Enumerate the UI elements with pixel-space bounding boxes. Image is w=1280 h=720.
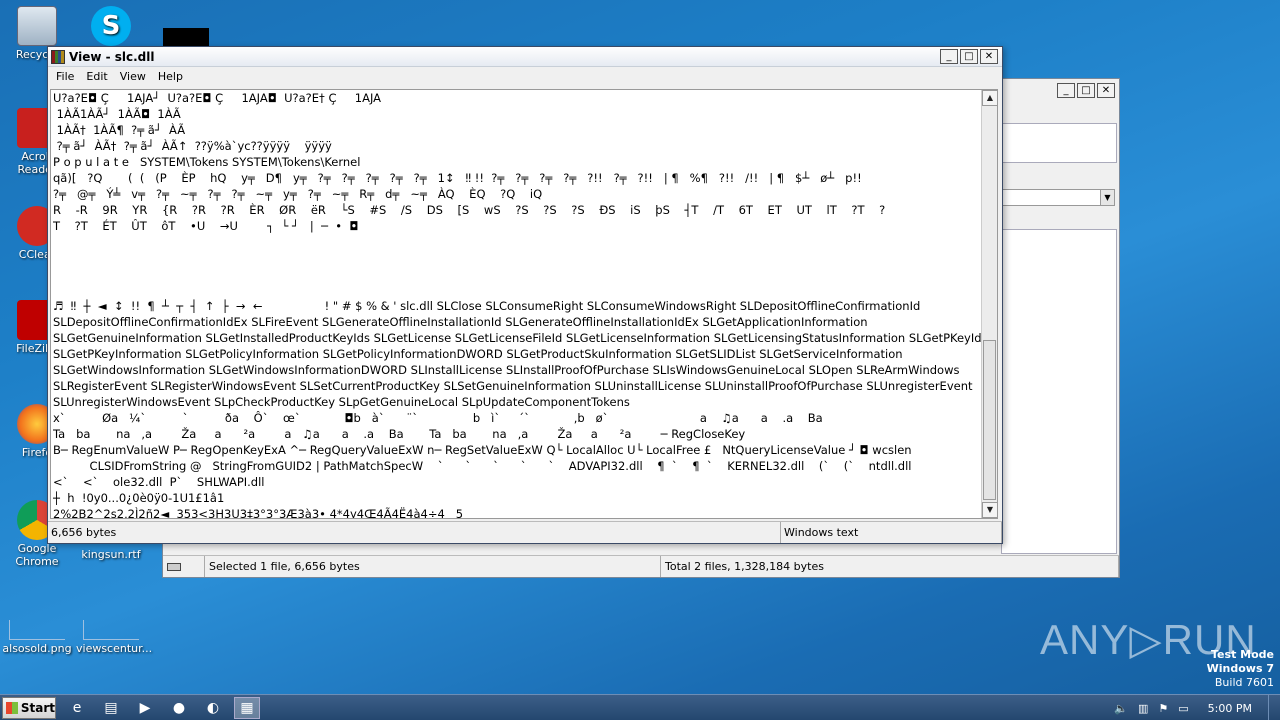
text-line: P o p u l a t e SYSTEM\Tokens SYSTEM\Tok…	[53, 155, 361, 169]
minimize-icon[interactable]: _	[1057, 83, 1075, 98]
text-line: R -R 9R YR {R ?R ?R ÈR ØR ëR └S #S /S DS…	[53, 203, 886, 217]
text-line: B─ RegEnumValueW P─ RegOpenKeyExA ^─ Reg…	[53, 443, 912, 457]
file-content-area[interactable]: U?a?E◘ Ç 1AJA┘ U?a?E◘ Ç 1AJA◘ U?a?E† Ç 1…	[50, 89, 998, 519]
scroll-up-icon[interactable]: ▲	[982, 90, 997, 106]
close-icon[interactable]: ✕	[980, 49, 998, 64]
explorer-icon[interactable]: ▤	[98, 697, 124, 719]
title-bar[interactable]: View - slc.dll	[48, 47, 1002, 67]
edge-icon[interactable]: ◐	[200, 697, 226, 719]
viewer-statusbar: 6,656 bytes Windows text	[48, 521, 1002, 543]
clock[interactable]: 5:00 PM	[1208, 702, 1252, 715]
recycle-bin-icon	[17, 6, 57, 46]
skype-logo-icon: S	[91, 6, 131, 46]
status-total: Total 2 files, 1,328,184 bytes	[661, 556, 1119, 577]
text-line: CLSIDFromString @ StringFromGUID2 | Path…	[53, 459, 912, 473]
text-line: <` <` ole32.dll P` SHLWAPI.dll	[53, 475, 265, 489]
text-line: SLGetWindowsInformation SLGetWindowsInfo…	[53, 363, 960, 377]
desktop-icon-label: alsosold.png	[2, 642, 72, 655]
desktop-icon-alsosold[interactable]: alsosold.png	[2, 620, 72, 655]
text-line: SLGetGenuineInformation SLGetInstalledPr…	[53, 331, 981, 345]
text-line: SLDepositOfflineConfirmationIdEx SLFireE…	[53, 315, 868, 329]
text-line	[53, 266, 981, 282]
volume-icon[interactable]: 🔈	[1114, 702, 1128, 715]
windows-logo-icon	[6, 701, 18, 714]
window-title: View - slc.dll	[69, 49, 155, 64]
vertical-scrollbar[interactable]: ▲ ▼	[981, 90, 997, 518]
scroll-thumb[interactable]	[983, 340, 996, 500]
status-encoding: Windows text	[781, 522, 1002, 543]
start-label: Start	[20, 700, 55, 715]
desktop-icon-label: viewscentur...	[76, 642, 153, 655]
text-line: SLUnregisterWindowsEvent SLpCheckProduct…	[53, 395, 630, 409]
taskbar: Start e ▤ ▶ ● ◐ ▦ 🔈 ▥ ⚑ ▭ 5:00 PM	[0, 694, 1280, 720]
chevron-down-icon[interactable]: ▼	[1100, 190, 1114, 205]
flag-icon[interactable]: ⚑	[1158, 702, 1168, 715]
text-line: x` Øa ¼` ` ða Ô` œ` ◘b à` ¨` b ì` ´` ,b …	[53, 411, 823, 425]
scroll-down-icon[interactable]: ▼	[982, 502, 997, 518]
panel-header	[1001, 123, 1117, 163]
status-size: 6,656 bytes	[48, 522, 781, 543]
menu-bar: File Edit View Help	[48, 67, 1002, 86]
minimize-icon[interactable]: _	[940, 49, 958, 64]
desktop-icon-viewscentur[interactable]: viewscentur...	[76, 620, 152, 655]
test-mode-notice: Test Mode Windows 7 Build 7601	[1207, 648, 1274, 690]
text-line	[53, 234, 981, 250]
drive-icon	[167, 563, 181, 571]
maximize-icon[interactable]: □	[1077, 83, 1095, 98]
file-icon	[9, 620, 65, 640]
media-player-icon[interactable]: ▶	[132, 697, 158, 719]
test-mode-line3: Build 7601	[1214, 676, 1274, 689]
path-combo[interactable]: ▼	[1001, 189, 1115, 206]
menu-help[interactable]: Help	[152, 70, 189, 83]
file-manager-statusbar: Selected 1 file, 6,656 bytes Total 2 fil…	[163, 555, 1119, 577]
network-icon[interactable]: ▥	[1138, 702, 1148, 715]
text-line: Ta ba na ,a Ža a ²a a ♫a a .a Ba Ta ba n…	[53, 427, 746, 441]
chrome-taskbar-icon[interactable]: ●	[166, 697, 192, 719]
text-line: ?╤ ã┘ ÀÃ† ?╤ ã┘ ÀÃ↑ ??ÿ%à`yc??ÿÿÿÿ ÿÿÿÿ	[53, 139, 332, 153]
menu-view[interactable]: View	[114, 70, 152, 83]
file-icon	[83, 620, 139, 640]
text-line: T ?T ÉT ÛT ôT •U →U ┐ └ ┘ | ─ • ◘	[53, 219, 359, 233]
maximize-icon[interactable]: □	[960, 49, 978, 64]
window-controls: _ □ ✕	[940, 49, 998, 64]
menu-edit[interactable]: Edit	[80, 70, 113, 83]
text-line	[53, 282, 981, 298]
text-line: ┼ h !0y0...0¿0è0ÿ0-1U1£1â1	[53, 491, 225, 505]
close-icon[interactable]: ✕	[1097, 83, 1115, 98]
app-icon	[51, 49, 65, 64]
drive-indicator	[163, 556, 205, 577]
skype-icon[interactable]: S	[76, 6, 146, 48]
test-mode-line2: Windows 7	[1206, 662, 1274, 675]
text-line: SLRegisterEvent SLRegisterWindowsEvent S…	[53, 379, 973, 393]
power-icon[interactable]: ▭	[1178, 702, 1188, 715]
text-line: 2%2B2^2s2,2Ì2ñ2◄ 353<3H3U3‡3°3°3Æ3à3• 4*…	[53, 507, 464, 519]
status-selected: Selected 1 file, 6,656 bytes	[205, 556, 661, 577]
text-line: 1ÀÃ1ÀÃ┘ 1ÀÃ◘ 1ÀÃ	[53, 107, 181, 121]
viewer-taskbar-icon[interactable]: ▦	[234, 696, 260, 719]
ie-icon[interactable]: e	[64, 697, 90, 719]
start-button[interactable]: Start	[2, 696, 56, 719]
text-line: ?╤ @╤ Ý╧ v╤ ?╤ ~╤ ?╤ ?╤ ~╤ y╤ ?╤ ~╤ R╤ d…	[53, 187, 543, 201]
text-line: 1ÀÃ† 1ÀÃ¶ ?╤ ã┘ ÀÃ	[53, 123, 186, 137]
text-line	[53, 250, 981, 266]
desktop-icon-kingsun[interactable]: kingsun.rtf	[76, 548, 146, 561]
text-line: U?a?E◘ Ç 1AJA┘ U?a?E◘ Ç 1AJA◘ U?a?E† Ç 1…	[53, 91, 382, 105]
system-tray: 🔈 ▥ ⚑ ▭ 5:00 PM	[1109, 695, 1280, 720]
text-line: ♬ ‼ ┼ ◄ ↕ !! ¶ ┴ ┬ ┤ ↑ ├ → ← ! " # $ % &…	[53, 299, 921, 313]
text-line: qã)[ ?Q ( ( (P ÈP hQ y╤ D¶ y╤ ?╤ ?╤ ?╤ ?…	[53, 171, 862, 185]
show-desktop-button[interactable]	[1268, 695, 1280, 720]
test-mode-line1: Test Mode	[1211, 648, 1274, 661]
file-text: U?a?E◘ Ç 1AJA┘ U?a?E◘ Ç 1AJA◘ U?a?E† Ç 1…	[53, 90, 981, 519]
menu-file[interactable]: File	[50, 70, 80, 83]
window-controls: _ □ ✕	[1057, 83, 1115, 98]
redacted-block	[163, 28, 209, 46]
desktop-icon-label: Google Chrome	[15, 542, 59, 568]
desktop-icon-label: kingsun.rtf	[81, 548, 141, 561]
viewer-window[interactable]: View - slc.dll _ □ ✕ File Edit View Help…	[47, 46, 1003, 544]
file-list[interactable]	[1001, 229, 1117, 554]
text-line: SLGetPKeyInformation SLGetPolicyInformat…	[53, 347, 903, 361]
